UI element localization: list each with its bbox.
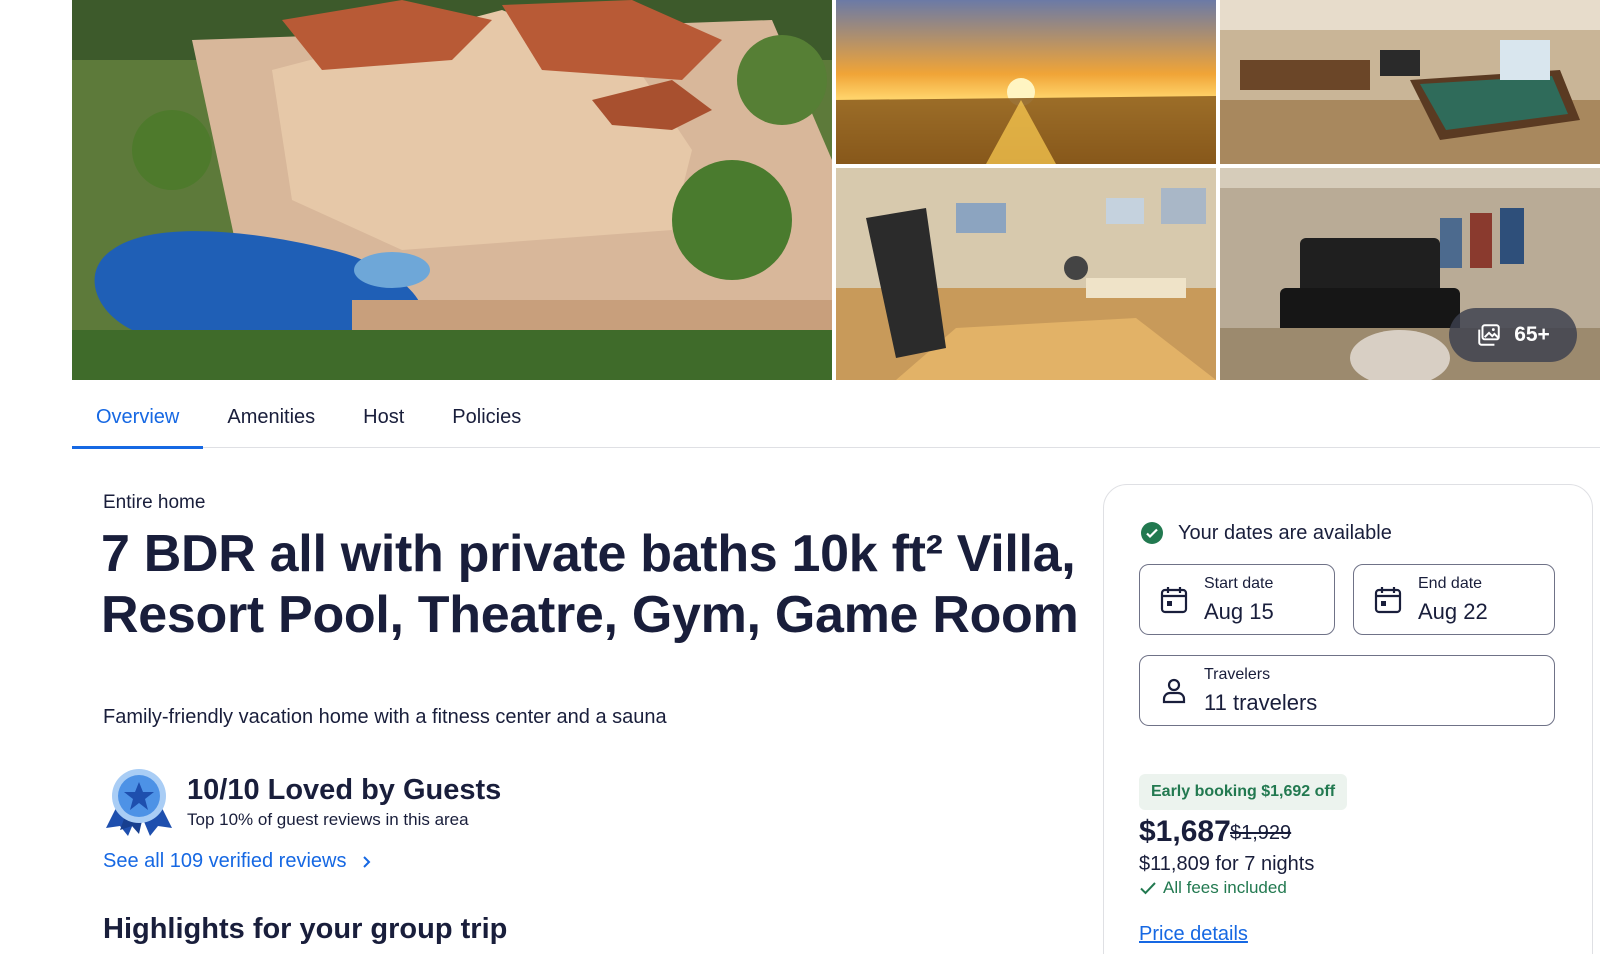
checkmark-icon (1140, 882, 1156, 895)
total-price: $11,809 for 7 nights (1139, 853, 1315, 875)
fees-note-text: All fees included (1163, 878, 1287, 897)
property-type: Entire home (103, 492, 206, 513)
end-date-field[interactable]: End date Aug 22 (1353, 564, 1555, 635)
rating-title: 10/10 Loved by Guests (187, 774, 502, 806)
reviews-link-label: See all 109 verified reviews (103, 850, 347, 872)
gallery-icon (1478, 324, 1500, 346)
photo-game-room[interactable] (1220, 0, 1600, 164)
start-date-value: Aug 15 (1204, 599, 1274, 624)
nightly-price: $1,687 (1139, 815, 1231, 848)
check-circle-icon (1141, 522, 1163, 544)
calendar-icon (1160, 586, 1188, 613)
award-ribbon-icon (106, 769, 172, 836)
photo-count-label: 65+ (1514, 323, 1550, 346)
end-date-value: Aug 22 (1418, 599, 1488, 624)
booking-card: Your dates are available Start date Aug … (1103, 484, 1593, 954)
rating-subtitle: Top 10% of guest reviews in this area (187, 810, 469, 829)
tab-host[interactable]: Host (339, 392, 428, 448)
price-details-link[interactable]: Price details (1139, 923, 1248, 946)
photo-gym[interactable] (836, 168, 1216, 380)
end-date-label: End date (1418, 575, 1483, 592)
person-icon (1162, 678, 1186, 703)
tab-amenities[interactable]: Amenities (203, 392, 339, 448)
fees-note: All fees included (1139, 878, 1287, 898)
early-booking-badge: Early booking $1,692 off (1139, 774, 1348, 810)
start-date-field[interactable]: Start date Aug 15 (1139, 564, 1335, 635)
start-date-label: Start date (1204, 575, 1274, 592)
original-price[interactable]: $1,929 (1230, 822, 1291, 845)
travelers-label: Travelers (1204, 666, 1271, 683)
travelers-value: 11 travelers (1204, 690, 1318, 715)
photo-villa-aerial[interactable] (72, 0, 832, 380)
section-tabs: Overview Amenities Host Policies (72, 392, 1600, 449)
view-all-photos-button[interactable]: 65+ (1449, 308, 1577, 362)
highlights-heading: Highlights for your group trip (103, 913, 508, 945)
tab-overview[interactable]: Overview (72, 392, 204, 449)
property-tagline: Family-friendly vacation home with a fit… (103, 706, 667, 728)
photo-gallery (72, 0, 1600, 380)
see-all-reviews-link[interactable]: See all 109 verified reviews (103, 850, 374, 873)
calendar-icon (1374, 586, 1402, 613)
property-title: 7 BDR all with private baths 10k ft² Vil… (101, 525, 1079, 644)
travelers-field[interactable]: Travelers 11 travelers (1139, 655, 1555, 726)
tab-policies[interactable]: Policies (428, 392, 545, 448)
chevron-right-icon (363, 855, 371, 868)
availability-text: Your dates are available (1178, 521, 1392, 544)
photo-sunset[interactable] (836, 0, 1216, 164)
availability-status: Your dates are available (1140, 521, 1392, 545)
